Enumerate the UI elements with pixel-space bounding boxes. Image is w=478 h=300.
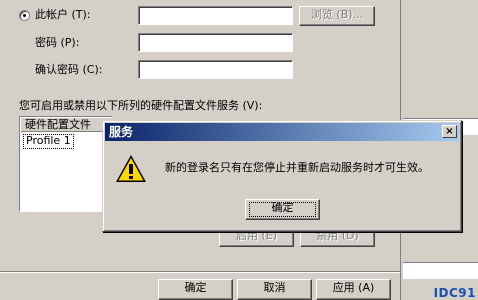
this-account-radio[interactable] [19,10,30,21]
ok-button[interactable]: 确定 [158,279,233,300]
service-dialog: 服务 × 新的登录名只有在您停止并重新启动服务时才可生效。 确定 [102,120,462,232]
hardware-profile-column-header[interactable]: 硬件配置文件 [21,118,113,132]
focus-rectangle [249,202,316,217]
hardware-profile-list[interactable]: 硬件配置文件 Profile 1 [19,116,113,212]
password-field[interactable] [138,33,293,52]
dialog-title: 服务 [109,125,134,139]
cancel-button[interactable]: 取消 [237,279,312,300]
confirm-password-field[interactable] [138,60,293,79]
profile-item-label: Profile 1 [26,134,71,147]
dialog-message: 新的登录名只有在您停止并重新启动服务时才可生效。 [165,161,429,174]
close-icon: × [445,126,454,137]
dialog-titlebar[interactable]: 服务 × [105,123,459,141]
account-field[interactable] [138,6,293,25]
password-label: 密码 (P): [35,36,80,49]
browse-button[interactable]: 浏览 (B)... [299,6,375,26]
apply-button[interactable]: 应用 (A) [316,279,391,300]
footer-separator [0,271,400,273]
warning-icon [116,155,146,182]
watermark: IDC91 [433,286,476,300]
confirm-password-label: 确认密码 (C): [35,63,103,76]
list-item[interactable]: Profile 1 [23,134,74,149]
hardware-profile-label: 您可启用或禁用以下所列的硬件配置文件服务 (V): [19,99,263,112]
this-account-label: 此帐户 (T): [35,8,91,21]
close-button[interactable]: × [442,125,457,138]
dialog-ok-button[interactable]: 确定 [245,199,320,220]
background-window-bottom-bar [403,262,478,279]
